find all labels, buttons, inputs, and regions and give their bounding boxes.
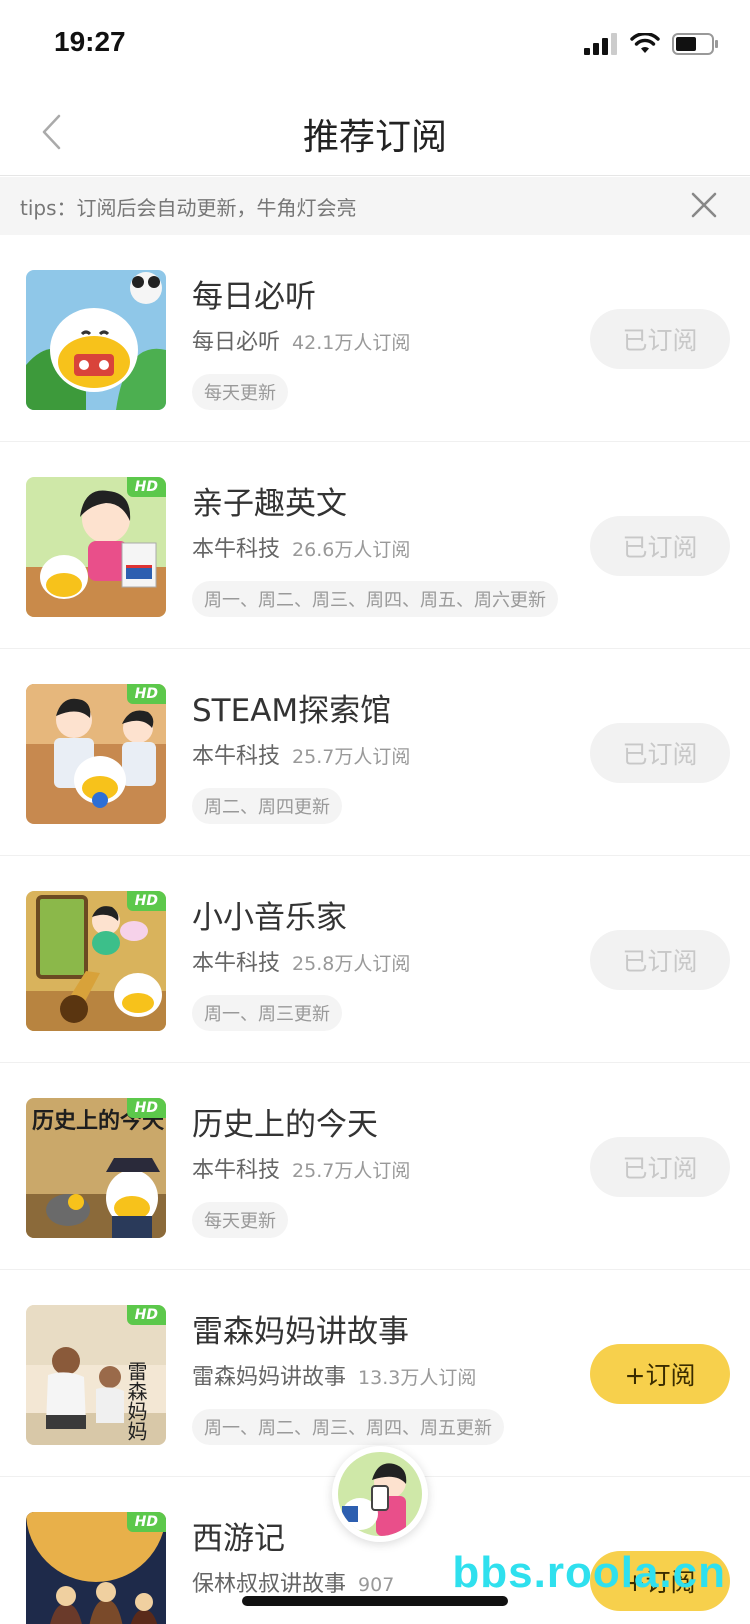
home-indicator[interactable]: [242, 1596, 508, 1606]
item-title: 西游记: [192, 1521, 285, 1557]
item-author: 本牛科技: [192, 1158, 281, 1183]
hd-badge: HD: [126, 891, 166, 911]
subscribed-button[interactable]: 已订阅: [590, 1137, 730, 1197]
close-icon[interactable]: [688, 189, 720, 221]
tips-text: tips：订阅后会自动更新，牛角灯会亮: [20, 196, 357, 220]
wifi-icon: [630, 33, 660, 53]
subscriber-count: 42.1万人订阅: [292, 332, 411, 354]
cover-image: HD: [26, 477, 166, 617]
floating-player-button[interactable]: [332, 1446, 428, 1542]
status-bar: 19:27: [0, 0, 750, 88]
signal-icon: [584, 33, 617, 55]
subscriber-count: 25.7万人订阅: [292, 1160, 411, 1182]
subscribed-button[interactable]: 已订阅: [590, 516, 730, 576]
item-author: 本牛科技: [192, 744, 281, 769]
item-title: 亲子趣英文: [192, 486, 347, 522]
subscribe-button[interactable]: +订阅: [590, 1344, 730, 1404]
update-schedule-tag: 周二、周四更新: [192, 788, 342, 824]
item-author: 保林叔叔讲故事: [192, 1572, 347, 1597]
subscriber-count: 25.8万人订阅: [292, 953, 411, 975]
item-meta: 本牛科技 26.6万人订阅: [192, 531, 410, 563]
status-icons: [584, 32, 720, 56]
cover-image: HD: [26, 891, 166, 1031]
item-meta: 雷森妈妈讲故事 13.3万人订阅: [192, 1359, 476, 1391]
item-author: 每日必听: [192, 330, 281, 355]
list-item[interactable]: 历史上的今天 HD 历史上的今天 本牛科技 25.7万人订阅 每天更新 已订阅: [0, 1063, 750, 1270]
hd-badge: HD: [126, 477, 166, 497]
cover-image: HD: [26, 684, 166, 824]
subscriber-count: 26.6万人订阅: [292, 539, 411, 561]
subscribed-button[interactable]: 已订阅: [590, 309, 730, 369]
item-meta: 保林叔叔讲故事 907: [192, 1566, 394, 1598]
subscription-list: 每日必听 每日必听 42.1万人订阅 每天更新 已订阅 HD 亲子趣英文 本牛科…: [0, 235, 750, 1624]
subscriber-count: 13.3万人订阅: [358, 1367, 477, 1389]
item-title: 小小音乐家: [192, 900, 347, 936]
subscribed-button[interactable]: 已订阅: [590, 930, 730, 990]
list-item[interactable]: HD 亲子趣英文 本牛科技 26.6万人订阅 周一、周二、周三、周四、周五、周六…: [0, 442, 750, 649]
item-meta: 每日必听 42.1万人订阅: [192, 324, 410, 356]
subscriber-count: 907: [358, 1574, 395, 1596]
tips-bar: tips：订阅后会自动更新，牛角灯会亮: [0, 177, 750, 235]
item-author: 本牛科技: [192, 537, 281, 562]
cover-image: [26, 270, 166, 410]
list-item[interactable]: 每日必听 每日必听 42.1万人订阅 每天更新 已订阅: [0, 235, 750, 442]
update-schedule-tag: 周一、周三更新: [192, 995, 342, 1031]
nav-bar: 推荐订阅: [0, 88, 750, 176]
item-meta: 本牛科技 25.7万人订阅: [192, 1152, 410, 1184]
item-title: STEAM探索馆: [192, 693, 392, 729]
list-item[interactable]: HD STEAM探索馆 本牛科技 25.7万人订阅 周二、周四更新 已订阅: [0, 649, 750, 856]
hd-badge: HD: [126, 684, 166, 704]
cover-image: 雷森妈妈 HD: [26, 1305, 166, 1445]
update-schedule-tag: 每天更新: [192, 1202, 288, 1238]
page-title: 推荐订阅: [302, 117, 447, 158]
hd-badge: HD: [126, 1512, 166, 1532]
item-title: 雷森妈妈讲故事: [192, 1314, 409, 1350]
hd-badge: HD: [126, 1305, 166, 1325]
item-author: 本牛科技: [192, 951, 281, 976]
update-schedule-tag: 每天更新: [192, 374, 288, 410]
battery-icon: [672, 33, 718, 55]
cover-image: HD: [26, 1512, 166, 1624]
item-author: 雷森妈妈讲故事: [192, 1365, 347, 1390]
cover-title-text: 雷森妈妈: [124, 1361, 148, 1441]
status-time: 19:27: [54, 26, 126, 57]
list-item[interactable]: HD 小小音乐家 本牛科技 25.8万人订阅 周一、周三更新 已订阅: [0, 856, 750, 1063]
subscribed-button[interactable]: 已订阅: [590, 723, 730, 783]
cover-image: 历史上的今天 HD: [26, 1098, 166, 1238]
update-schedule-tag: 周一、周二、周三、周四、周五、周六更新: [192, 581, 558, 617]
update-schedule-tag: 周一、周二、周三、周四、周五更新: [192, 1409, 504, 1445]
item-meta: 本牛科技 25.8万人订阅: [192, 945, 410, 977]
item-title: 每日必听: [192, 279, 316, 315]
item-title: 历史上的今天: [192, 1107, 378, 1143]
item-meta: 本牛科技 25.7万人订阅: [192, 738, 410, 770]
watermark: bbs.roola.cn: [452, 1548, 726, 1597]
player-cover-icon: [338, 1452, 422, 1536]
hd-badge: HD: [126, 1098, 166, 1118]
subscriber-count: 25.7万人订阅: [292, 746, 411, 768]
